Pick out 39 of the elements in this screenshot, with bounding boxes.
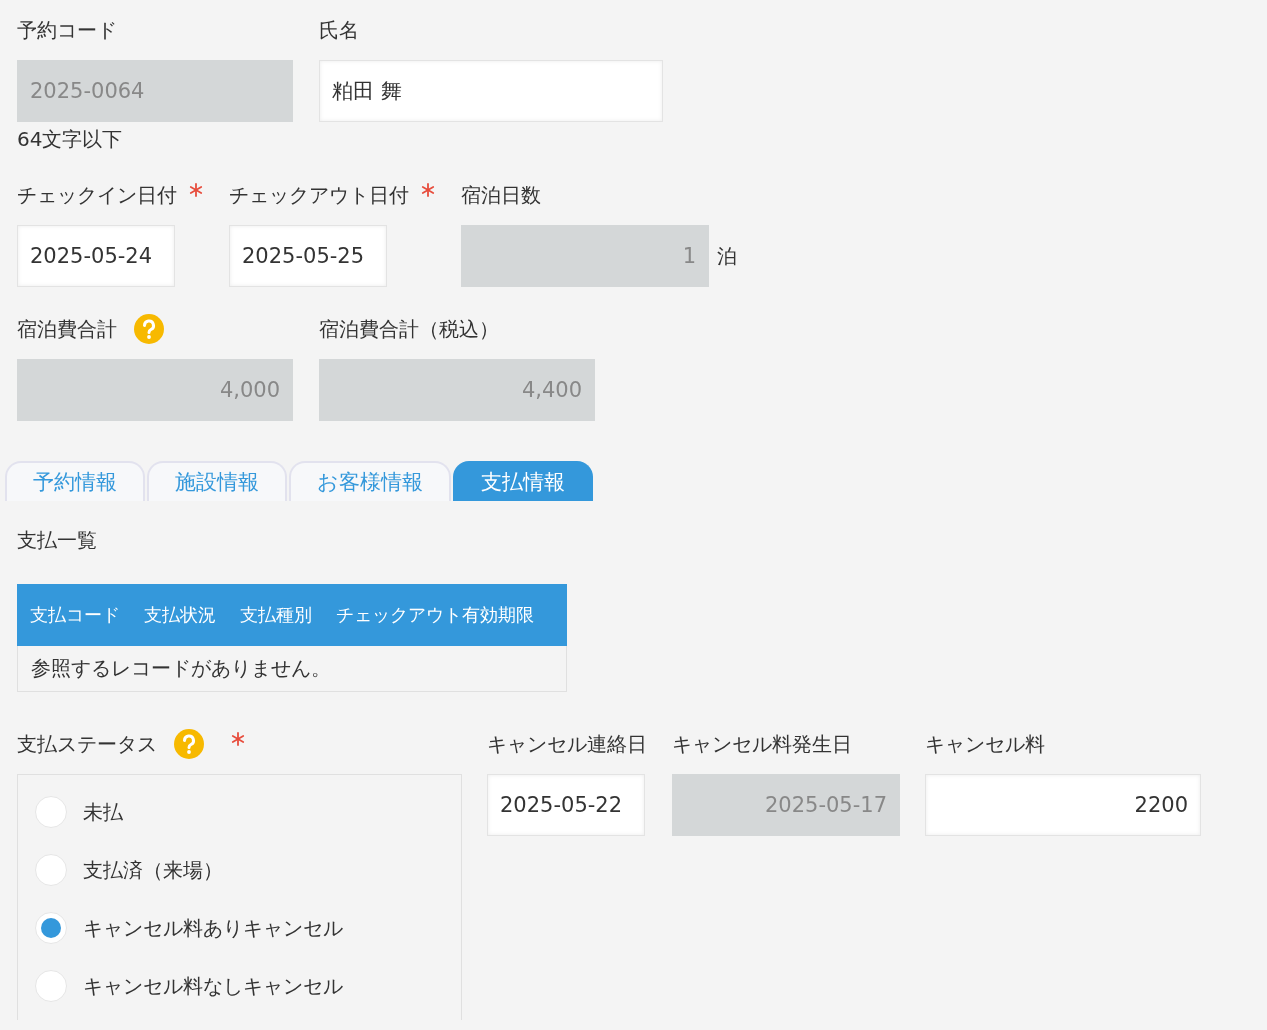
column-header: 支払種別 [240,603,312,627]
unit-label: 泊 [717,242,737,270]
field-label: 宿泊費合計 [17,315,117,343]
field-hint: 64文字以下 [17,126,124,153]
radio-button[interactable] [35,854,67,886]
input-field[interactable]: 2025-05-24 [17,225,175,287]
radio-label[interactable]: 支払済（来場） [83,856,223,884]
help-icon[interactable] [133,313,165,345]
section-label: 支払一覧 [17,527,98,554]
radio-button[interactable] [35,796,67,828]
column-header: チェックアウト有効期限 [336,603,534,627]
empty-row: 参照するレコードがありません。 [17,646,567,692]
field-label: 支払ステータス [17,730,157,758]
field-label: キャンセル料 [925,730,1045,758]
field-label: 宿泊日数 [461,181,541,209]
readonly-field: 2025-05-17 [672,774,900,836]
radio-label[interactable]: 未払 [83,798,123,826]
radio-button[interactable] [35,970,67,1002]
readonly-field: 4,000 [17,359,293,421]
field-label: キャンセル連絡日 [487,730,647,758]
readonly-field: 2025-0064 [17,60,293,122]
field-label: キャンセル料発生日 [672,730,852,758]
readonly-field: 1 [461,225,709,287]
column-header: 支払状況 [144,603,216,627]
input-field[interactable]: 2025-05-22 [487,774,645,836]
readonly-field: 4,400 [319,359,595,421]
input-field[interactable]: 2200 [925,774,1201,836]
field-label: 予約コード [17,16,117,44]
input-field[interactable]: 2025-05-25 [229,225,387,287]
field-label: 氏名 [319,16,359,44]
field-label: チェックアウト日付 [229,181,409,209]
column-header: 支払コード [30,603,120,627]
radio-button[interactable] [35,912,67,944]
field-label: 宿泊費合計（税込） [319,315,499,343]
help-icon[interactable] [173,728,205,760]
radio-label[interactable]: キャンセル料なしキャンセル [83,972,343,1000]
radio-label[interactable]: キャンセル料ありキャンセル [83,914,343,942]
input-field[interactable]: 粕田 舞 [319,60,663,122]
field-label: チェックイン日付 [17,181,177,209]
